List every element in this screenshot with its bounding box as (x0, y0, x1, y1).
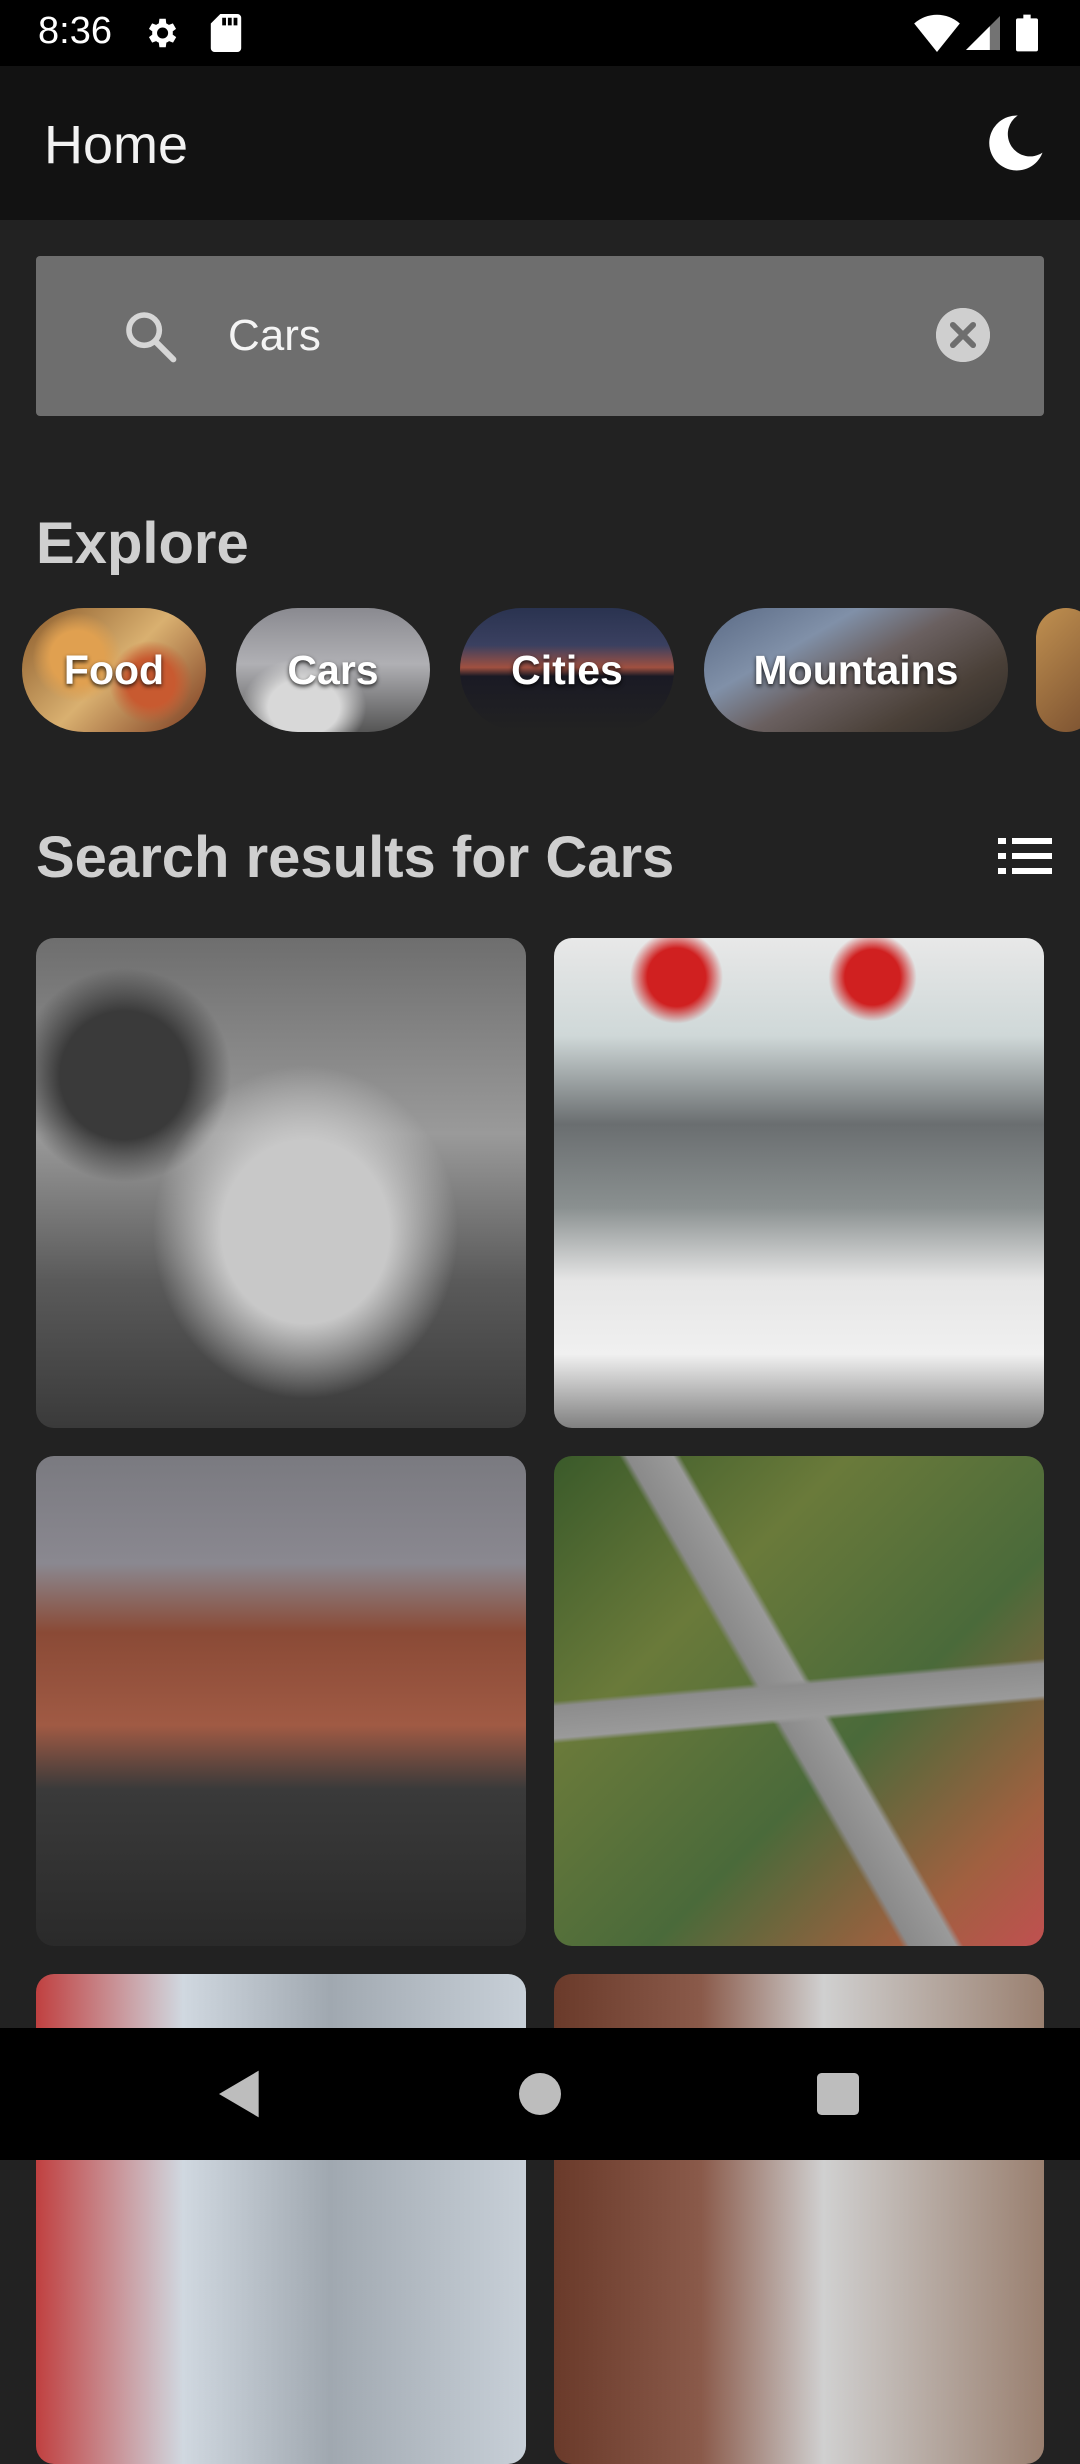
gear-icon (148, 18, 177, 48)
explore-title: Explore (36, 511, 249, 576)
search-input[interactable] (228, 302, 928, 370)
sd-card-icon (210, 14, 242, 52)
moon-icon[interactable] (982, 110, 1048, 176)
recents-icon[interactable] (810, 2066, 866, 2122)
category-label: Cars (287, 646, 379, 693)
category-chip-food[interactable]: Food (22, 608, 206, 732)
category-chip-mountains[interactable]: Mountains (704, 608, 1008, 732)
list-view-icon[interactable] (998, 836, 1052, 876)
result-card[interactable] (36, 938, 526, 1428)
category-label: Cities (511, 646, 623, 693)
search-bar (36, 256, 1044, 416)
result-image (36, 1456, 526, 1946)
result-image (554, 1456, 1044, 1946)
category-chip-partial[interactable] (1036, 608, 1080, 732)
battery-icon (1016, 14, 1038, 52)
result-card[interactable] (554, 938, 1044, 1428)
results-title: Search results for Cars (36, 825, 675, 890)
clear-icon[interactable] (936, 308, 990, 362)
category-thumbnail (1036, 608, 1080, 732)
category-label: Mountains (753, 646, 959, 693)
app-bar: Home (0, 66, 1080, 220)
system-nav-bar (0, 2028, 1080, 2160)
result-card[interactable] (554, 1456, 1044, 1946)
status-bar: 8:36 (0, 0, 1080, 66)
status-time: 8:36 (38, 10, 112, 52)
category-chip-cars[interactable]: Cars (236, 608, 430, 732)
result-image (36, 938, 526, 1428)
search-icon (126, 312, 177, 363)
wifi-icon (914, 14, 960, 52)
page-title: Home (44, 115, 189, 175)
category-label: Food (63, 646, 165, 693)
back-icon[interactable] (212, 2066, 268, 2122)
result-card[interactable] (36, 1456, 526, 1946)
category-chip-cities[interactable]: Cities (460, 608, 674, 732)
result-image (554, 938, 1044, 1428)
home-icon[interactable] (512, 2066, 568, 2122)
cell-signal-icon (966, 16, 1000, 50)
